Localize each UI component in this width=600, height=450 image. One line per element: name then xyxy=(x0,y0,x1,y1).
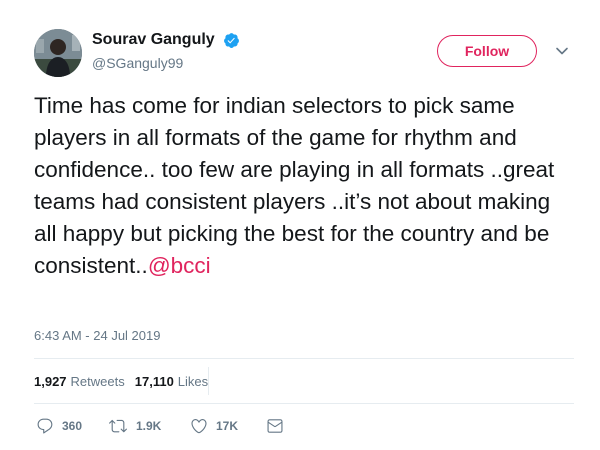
follow-button[interactable]: Follow xyxy=(437,35,537,67)
verified-badge-icon xyxy=(224,33,239,48)
retweets-count: 1,927 xyxy=(34,374,67,389)
mention-link[interactable]: @bcci xyxy=(148,253,211,278)
retweet-icon xyxy=(109,419,127,433)
retweet-button[interactable]: 1.9K xyxy=(108,417,161,435)
tweet-stats: 1,927 Retweets 17,110 Likes xyxy=(34,374,208,389)
likes-count: 17,110 xyxy=(134,374,174,389)
avatar[interactable] xyxy=(34,29,82,77)
like-button[interactable]: 17K xyxy=(190,417,238,435)
author-handle[interactable]: @SGanguly99 xyxy=(92,55,183,71)
retweets-label: Retweets xyxy=(70,374,125,389)
divider-top xyxy=(34,358,574,359)
likes-label: Likes xyxy=(177,374,209,389)
reply-button[interactable]: 360 xyxy=(36,417,82,435)
like-count: 17K xyxy=(216,419,239,433)
heart-icon xyxy=(191,419,207,434)
direct-message-button[interactable] xyxy=(266,417,292,435)
author-name[interactable]: Sourav Ganguly xyxy=(92,31,215,49)
reply-icon xyxy=(37,418,53,434)
tweet-card: Sourav Ganguly @SGanguly99 Follow Time h… xyxy=(0,0,600,450)
divider-bottom xyxy=(34,403,574,404)
chevron-down-icon[interactable] xyxy=(555,44,569,58)
retweet-count: 1.9K xyxy=(136,419,162,433)
tweet-body: Time has come for indian selectors to pi… xyxy=(34,93,555,278)
retweets-stat[interactable]: 1,927 Retweets xyxy=(34,374,125,389)
avatar-image xyxy=(34,29,82,77)
tweet-timestamp[interactable]: 6:43 AM - 24 Jul 2019 xyxy=(34,328,160,343)
tweet-text: Time has come for indian selectors to pi… xyxy=(34,90,574,282)
stats-separator xyxy=(208,367,209,395)
likes-stat[interactable]: 17,110 Likes xyxy=(135,374,208,389)
envelope-icon xyxy=(267,419,283,433)
reply-count: 360 xyxy=(62,419,83,433)
